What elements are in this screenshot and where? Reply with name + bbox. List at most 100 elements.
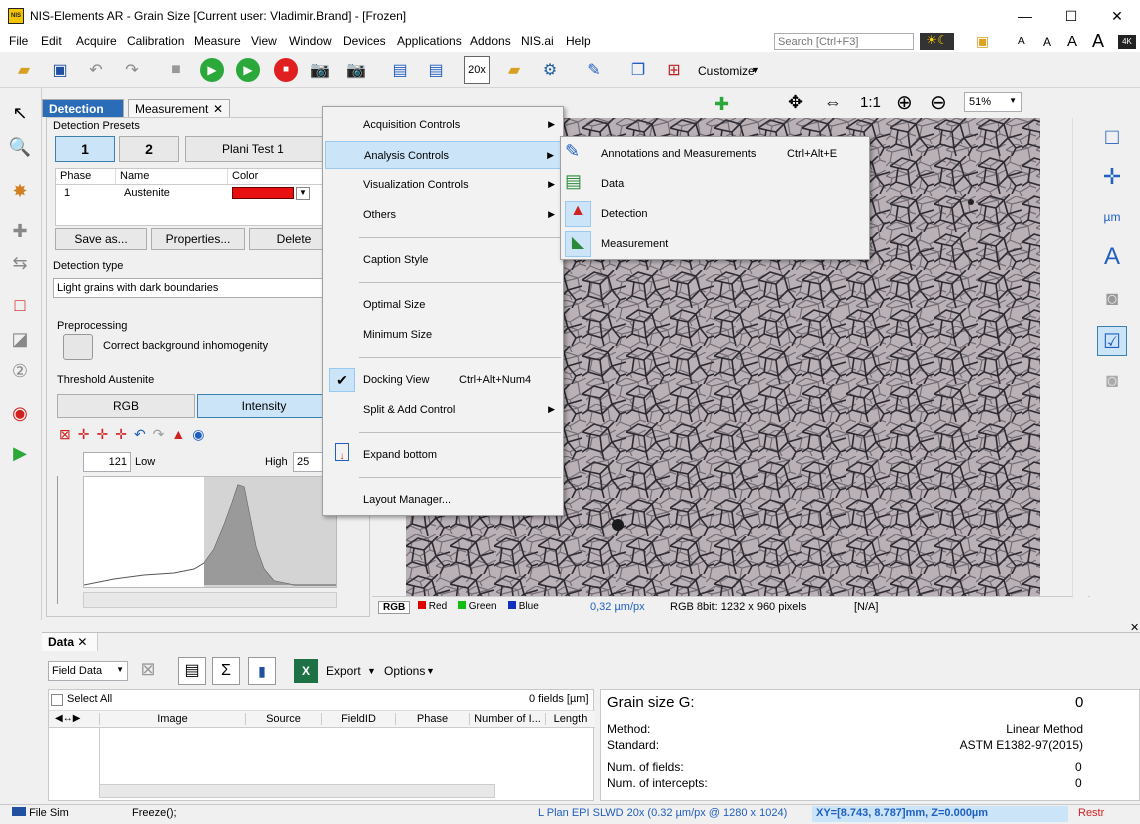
menu-item-expand-bottom[interactable]: ↓ Expand bottom xyxy=(325,441,561,469)
add-layer-icon[interactable]: ✚ xyxy=(714,94,729,115)
menu-item-caption-style[interactable]: Caption Style xyxy=(325,246,561,274)
layout-grid-icon[interactable]: ⊞ xyxy=(660,56,688,84)
font-size-s[interactable]: A xyxy=(1043,35,1051,49)
menu-item-minimum-size[interactable]: Minimum Size xyxy=(325,321,561,349)
column-nav-icon[interactable]: ◀↔▶ xyxy=(55,713,80,724)
color-dropdown-icon[interactable]: ▼ xyxy=(296,187,310,200)
open-folder-icon[interactable]: ▰ xyxy=(10,56,38,84)
swap-icon[interactable]: ⇆ xyxy=(5,248,35,278)
binary-icon[interactable]: ◪ xyxy=(5,324,35,354)
crosshair-icon[interactable]: ✛ xyxy=(78,426,97,442)
preset-2-button[interactable]: 2 xyxy=(119,136,179,162)
submenu-item-data[interactable]: ▤ Data xyxy=(563,169,869,199)
add-document-icon[interactable]: ▤ xyxy=(422,56,450,84)
zoom-in-icon[interactable]: ⊕ xyxy=(896,90,913,115)
menu-item-layout-manager[interactable]: Layout Manager... xyxy=(325,486,561,514)
measure-check-icon[interactable]: ☑ xyxy=(1097,326,1127,356)
eye-icon[interactable]: ◉ xyxy=(192,426,211,442)
4k-icon[interactable]: 4K xyxy=(1118,35,1136,49)
background-correction-icon[interactable] xyxy=(63,334,93,360)
options-button[interactable]: Options xyxy=(384,664,425,678)
channel-red-tab[interactable]: Red xyxy=(418,601,447,612)
settings-gear-icon[interactable]: ⚙ xyxy=(536,56,564,84)
menu-calibration[interactable]: Calibration xyxy=(127,34,184,48)
export-dropdown-icon[interactable]: ▼ xyxy=(367,666,376,676)
menu-help[interactable]: Help xyxy=(566,34,591,48)
vertical-slider[interactable] xyxy=(57,476,69,604)
phase-color-swatch[interactable] xyxy=(232,187,294,199)
intensity-histogram[interactable] xyxy=(83,476,337,588)
menu-item-acquisition-controls[interactable]: Acquisition Controls ▶ xyxy=(325,111,561,139)
channel-blue-tab[interactable]: Blue xyxy=(508,601,539,612)
windows-icon[interactable]: ❐ xyxy=(624,56,652,84)
histogram-chart-icon[interactable]: ▮ xyxy=(248,657,276,685)
channel-rgb-tab[interactable]: RGB xyxy=(378,601,411,614)
detection-type-select[interactable]: Light grains with dark boundaries xyxy=(53,278,329,298)
annotation-tool-icon[interactable]: ✎ xyxy=(580,56,608,84)
point-add-icon[interactable]: ✛ xyxy=(96,426,115,442)
stop-record-icon[interactable]: ■ xyxy=(272,56,300,84)
maximize-button[interactable]: ☐ xyxy=(1048,0,1094,32)
auto-detect-icon[interactable]: ✸ xyxy=(5,176,35,206)
close-panel-icon[interactable]: ✕ xyxy=(1130,621,1139,634)
col-length[interactable]: Length xyxy=(545,713,595,725)
menu-item-docking-view[interactable]: ✔ Docking View Ctrl+Alt+Num4 xyxy=(325,366,561,394)
tab-measurement[interactable]: Measurement ✕ xyxy=(128,99,230,117)
redo-icon[interactable]: ↷ xyxy=(153,426,172,442)
objects-icon[interactable]: ◙ xyxy=(1097,284,1127,314)
rectangle-icon[interactable]: □ xyxy=(5,290,35,320)
export-button[interactable]: Export xyxy=(326,664,361,678)
select-all-checkbox[interactable] xyxy=(51,694,63,706)
theme-icon[interactable]: ☀☾ xyxy=(920,33,954,50)
submenu-item-detection[interactable]: ▲ Detection xyxy=(563,199,869,229)
disabled-tool-icon[interactable]: ◙ xyxy=(1097,366,1127,396)
point-remove-icon[interactable]: ✛ xyxy=(115,426,134,442)
close-icon[interactable]: ✕ xyxy=(77,635,87,649)
preset-name-button[interactable]: Plani Test 1 xyxy=(185,136,325,162)
redo-icon[interactable]: ↷ xyxy=(118,56,146,84)
customize-label[interactable]: Customize xyxy=(698,64,755,78)
search-input[interactable] xyxy=(774,33,914,50)
undo-icon[interactable]: ↶ xyxy=(134,426,153,442)
submenu-item-measurement[interactable]: ◣ Measurement xyxy=(563,229,869,259)
document-list-icon[interactable]: ▤ xyxy=(386,56,414,84)
objective-zoom-button[interactable]: 20x xyxy=(464,56,490,84)
channel-green-tab[interactable]: Green xyxy=(458,601,497,612)
chevron-down-icon[interactable]: ▼ xyxy=(1009,96,1017,105)
horizontal-scrollbar[interactable] xyxy=(99,784,495,798)
menu-devices[interactable]: Devices xyxy=(343,34,386,48)
disabled-tool-icon[interactable]: ⊠ xyxy=(136,659,160,683)
move-icon[interactable]: ✥ xyxy=(788,92,803,113)
magnifier-icon[interactable]: 🔍 xyxy=(5,132,35,162)
folders-icon[interactable]: ▰ xyxy=(500,56,528,84)
record-icon[interactable]: ◉ xyxy=(5,398,35,428)
two-icon[interactable]: ② xyxy=(5,356,35,386)
rgb-tab-button[interactable]: RGB xyxy=(57,394,195,418)
menu-item-optimal-size[interactable]: Optimal Size xyxy=(325,291,561,319)
intensity-tab-button[interactable]: Intensity xyxy=(197,394,331,418)
properties-button[interactable]: Properties... xyxy=(151,228,245,250)
scale-bar-icon[interactable]: µm xyxy=(1097,202,1127,232)
menu-applications[interactable]: Applications xyxy=(397,34,462,48)
play-capture-icon[interactable]: ▶ xyxy=(234,56,262,84)
font-size-m[interactable]: A xyxy=(1067,33,1077,50)
list-view-icon[interactable]: ▤ xyxy=(178,657,206,685)
statistics-icon[interactable]: Σ xyxy=(212,657,240,685)
zoom-out-icon[interactable]: ⊖ xyxy=(930,90,947,115)
low-input[interactable]: 121 xyxy=(83,452,131,472)
menu-edit[interactable]: Edit xyxy=(41,34,62,48)
menu-item-analysis-controls[interactable]: Analysis Controls ▶ xyxy=(325,141,561,169)
menu-window[interactable]: Window xyxy=(289,34,332,48)
font-size-l[interactable]: A xyxy=(1092,31,1104,52)
field-data-select[interactable]: Field Data ▼ xyxy=(48,661,128,681)
save-icon[interactable]: ▣ xyxy=(46,56,74,84)
fit-width-icon[interactable]: ⇔ xyxy=(824,92,842,113)
histogram-scrollbar[interactable] xyxy=(83,592,337,608)
camera-settings-icon[interactable]: 📷 xyxy=(342,56,370,84)
menu-nis-ai[interactable]: NIS.ai xyxy=(521,34,554,48)
undo-icon[interactable]: ↶ xyxy=(82,56,110,84)
close-icon[interactable]: ✕ xyxy=(213,102,223,116)
select-all-label[interactable]: Select All xyxy=(67,693,112,705)
col-fieldid[interactable]: FieldID xyxy=(321,713,395,725)
crosshair-icon[interactable]: ✛ xyxy=(1097,162,1127,192)
